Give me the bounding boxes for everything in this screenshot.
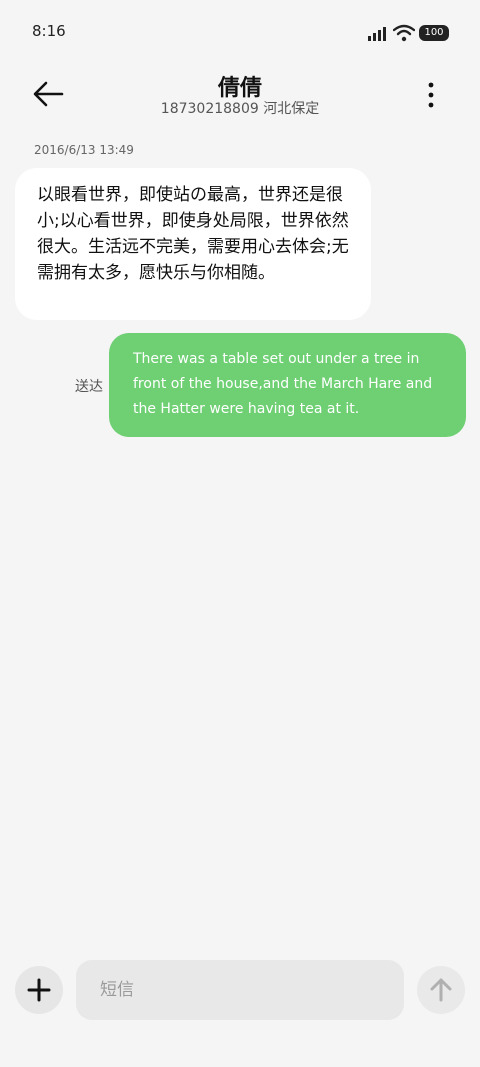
message-timestamp: 2016/6/13 13:49 bbox=[34, 143, 134, 157]
status-time: 8:16 bbox=[32, 22, 66, 40]
send-button[interactable] bbox=[417, 966, 465, 1014]
outgoing-message-bubble[interactable]: There was a table set out under a tree i… bbox=[109, 333, 466, 437]
delivery-status: 送达 bbox=[75, 379, 103, 395]
plus-icon bbox=[27, 978, 51, 1002]
send-arrow-icon bbox=[430, 978, 452, 1002]
incoming-message-bubble[interactable]: 以眼看世界，即使站の最高，世界还是很小;以心看世界，即使身处局限，世界依然很大。… bbox=[15, 168, 371, 320]
battery-icon: 100 bbox=[419, 25, 449, 41]
signal-icon bbox=[368, 27, 386, 41]
status-bar: 8:16 100 bbox=[0, 0, 480, 64]
message-composer bbox=[0, 940, 480, 1067]
conversation-header: 倩倩 18730218809 河北保定 bbox=[0, 64, 480, 134]
wifi-icon bbox=[393, 24, 415, 42]
more-vertical-icon[interactable] bbox=[420, 80, 442, 110]
message-input[interactable] bbox=[76, 960, 404, 1020]
add-attachment-button[interactable] bbox=[15, 966, 63, 1014]
contact-number-location: 18730218809 河北保定 bbox=[160, 101, 320, 117]
